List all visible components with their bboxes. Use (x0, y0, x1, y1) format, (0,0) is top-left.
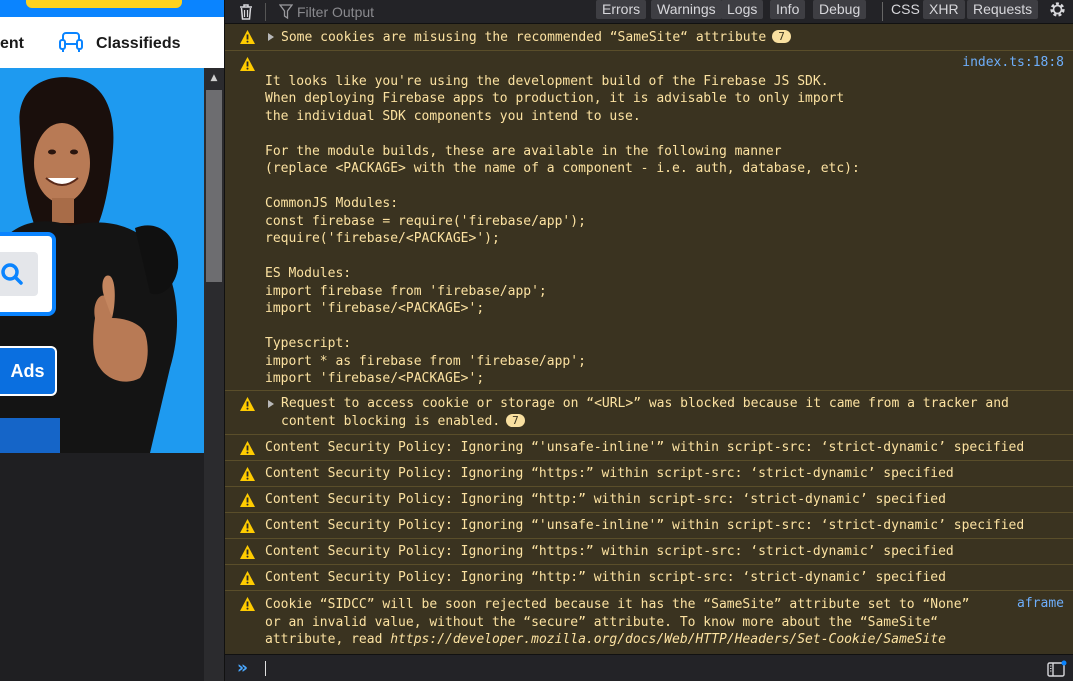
page-scrollbar[interactable]: ▲ (204, 68, 224, 681)
warning-icon (240, 441, 255, 455)
scrollbar-thumb[interactable] (206, 90, 222, 282)
search-icon (1, 263, 23, 285)
split-console-icon[interactable] (1047, 660, 1067, 677)
search-box[interactable] (0, 232, 56, 316)
console-warning-message[interactable]: Some cookies are misusing the recommende… (225, 24, 1073, 51)
message-text: Content Security Policy: Ignoring “http:… (265, 570, 946, 585)
expand-arrow-icon[interactable] (268, 400, 274, 408)
console-warning-message[interactable]: Cookie “SIDCC” will be soon rejected bec… (225, 591, 1073, 654)
filter-output-input[interactable] (297, 1, 577, 22)
filter-warnings-button[interactable]: Warnings (651, 0, 722, 19)
source-link[interactable]: aframe (1017, 596, 1064, 611)
warning-icon (240, 597, 255, 611)
filter-errors-button[interactable]: Errors (596, 0, 647, 19)
source-link[interactable]: index.ts:18:8 (962, 55, 1064, 70)
console-toolbar: Errors Warnings Logs Info Debug CSS XHR … (225, 0, 1073, 24)
filter-xhr-button[interactable]: XHR (923, 0, 965, 19)
warning-icon (240, 467, 255, 481)
webpage-viewport: ent Classifieds Ads ▲ (0, 0, 224, 681)
console-prompt-chevron-icon: » (237, 658, 248, 678)
repeat-count-badge: 7 (772, 30, 791, 43)
filter-debug-button[interactable]: Debug (813, 0, 867, 19)
message-text: Content Security Policy: Ignoring “https… (265, 466, 954, 481)
scroll-up-arrow-icon[interactable]: ▲ (204, 68, 224, 88)
filter-info-button[interactable]: Info (770, 0, 806, 19)
warning-icon (240, 397, 255, 411)
text-caret (265, 661, 266, 676)
console-warning-message[interactable]: Content Security Policy: Ignoring “http:… (225, 487, 1073, 513)
mdn-samesite-link[interactable]: https://developer.mozilla.org/docs/Web/H… (390, 632, 946, 647)
expand-arrow-icon[interactable] (268, 33, 274, 41)
message-text: It looks like you're using the developme… (265, 73, 860, 387)
filter-css-button[interactable]: CSS (885, 0, 926, 19)
message-text: Content Security Policy: Ignoring “https… (265, 544, 954, 559)
filter-logs-button[interactable]: Logs (721, 0, 764, 19)
warning-icon (240, 571, 255, 585)
message-text: Content Security Policy: Ignoring “'unsa… (265, 440, 1025, 455)
console-input-bar[interactable]: » (225, 654, 1073, 681)
warning-icon (240, 545, 255, 559)
hero-banner: Ads (0, 68, 204, 453)
post-ad-button[interactable] (26, 0, 182, 8)
search-button[interactable] (0, 252, 38, 296)
console-warning-message[interactable]: Request to access cookie or storage on “… (225, 391, 1073, 435)
site-navbar: ent Classifieds (0, 17, 224, 68)
repeat-count-badge: 7 (506, 413, 525, 427)
gear-icon[interactable] (1048, 0, 1067, 19)
console-warning-message[interactable]: Content Security Policy: Ignoring “'unsa… (225, 513, 1073, 539)
message-text: Content Security Policy: Ignoring “'unsa… (265, 518, 1025, 533)
toolbar-separator (882, 2, 883, 21)
warning-icon (240, 493, 255, 507)
filter-requests-button[interactable]: Requests (967, 0, 1039, 19)
message-text: Request to access cookie or storage on “… (281, 396, 1009, 429)
console-warning-message[interactable]: It looks like you're using the developme… (225, 51, 1073, 391)
filter-icon (279, 4, 293, 20)
console-message-list: Some cookies are misusing the recommende… (225, 24, 1073, 654)
console-warning-message[interactable]: Content Security Policy: Ignoring “'unsa… (225, 435, 1073, 461)
sofa-icon (59, 32, 83, 52)
nav-item-classifieds[interactable]: Classifieds (96, 35, 180, 53)
message-text: Some cookies are misusing the recommende… (281, 30, 767, 45)
console-warning-message[interactable]: Content Security Policy: Ignoring “http:… (225, 565, 1073, 591)
trash-icon[interactable] (237, 3, 255, 21)
message-text: Content Security Policy: Ignoring “http:… (265, 492, 946, 507)
devtools-console-panel: Errors Warnings Logs Info Debug CSS XHR … (224, 0, 1073, 681)
ads-button[interactable]: Ads (0, 346, 57, 396)
warning-icon (240, 57, 255, 71)
console-warning-message[interactable]: Content Security Policy: Ignoring “https… (225, 461, 1073, 487)
warning-icon (240, 519, 255, 533)
warning-icon (240, 30, 255, 44)
site-top-strip (0, 0, 224, 17)
toolbar-separator (265, 3, 266, 21)
nav-item-partial[interactable]: ent (0, 35, 24, 53)
console-warning-message[interactable]: Content Security Policy: Ignoring “https… (225, 539, 1073, 565)
